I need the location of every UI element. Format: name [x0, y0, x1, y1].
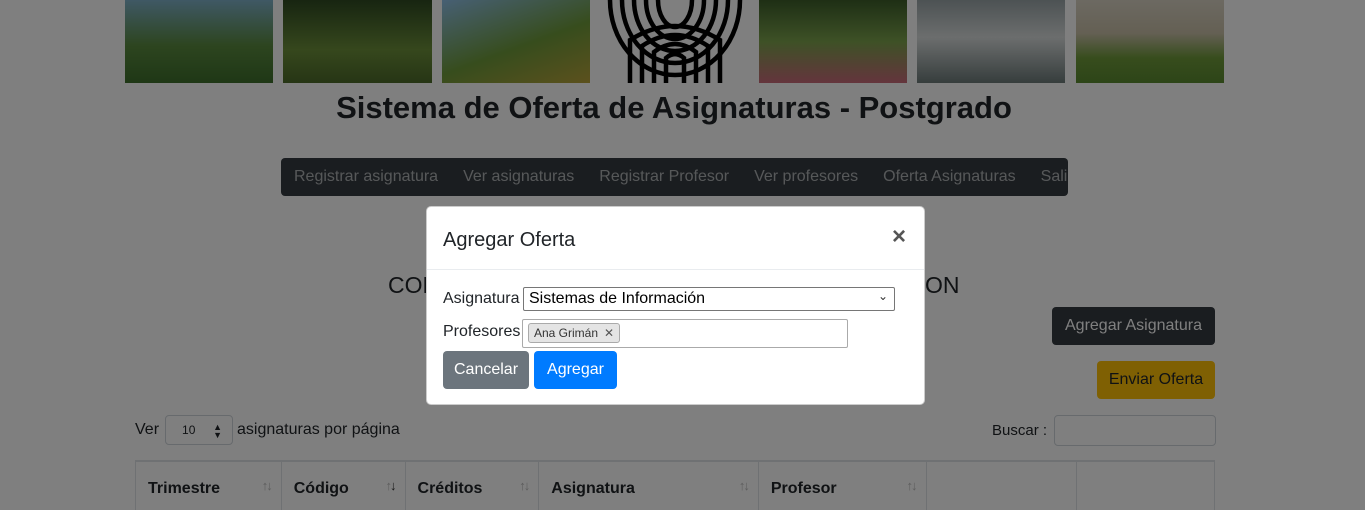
- professor-tag-label: Ana Grimán: [534, 326, 599, 340]
- professor-tag: Ana Grimán ✕: [528, 323, 621, 343]
- submit-add-button[interactable]: Agregar: [534, 351, 617, 389]
- modal-title: Agregar Oferta: [443, 229, 576, 251]
- add-offer-modal: Agregar Oferta × Asignatura Sistemas de …: [426, 206, 925, 405]
- subject-select[interactable]: Sistemas de Información ⌄: [523, 287, 895, 311]
- professors-label: Profesores: [443, 323, 521, 340]
- close-icon[interactable]: ×: [892, 225, 906, 249]
- cancel-button[interactable]: Cancelar: [443, 351, 529, 389]
- professors-multiselect[interactable]: Ana Grimán ✕: [522, 319, 848, 348]
- subject-label: Asignatura: [443, 290, 520, 307]
- modal-header: Agregar Oferta ×: [427, 207, 924, 270]
- remove-tag-icon[interactable]: ✕: [604, 326, 614, 340]
- chevron-down-icon: ⌄: [877, 289, 888, 303]
- subject-select-value: Sistemas de Información: [529, 290, 706, 307]
